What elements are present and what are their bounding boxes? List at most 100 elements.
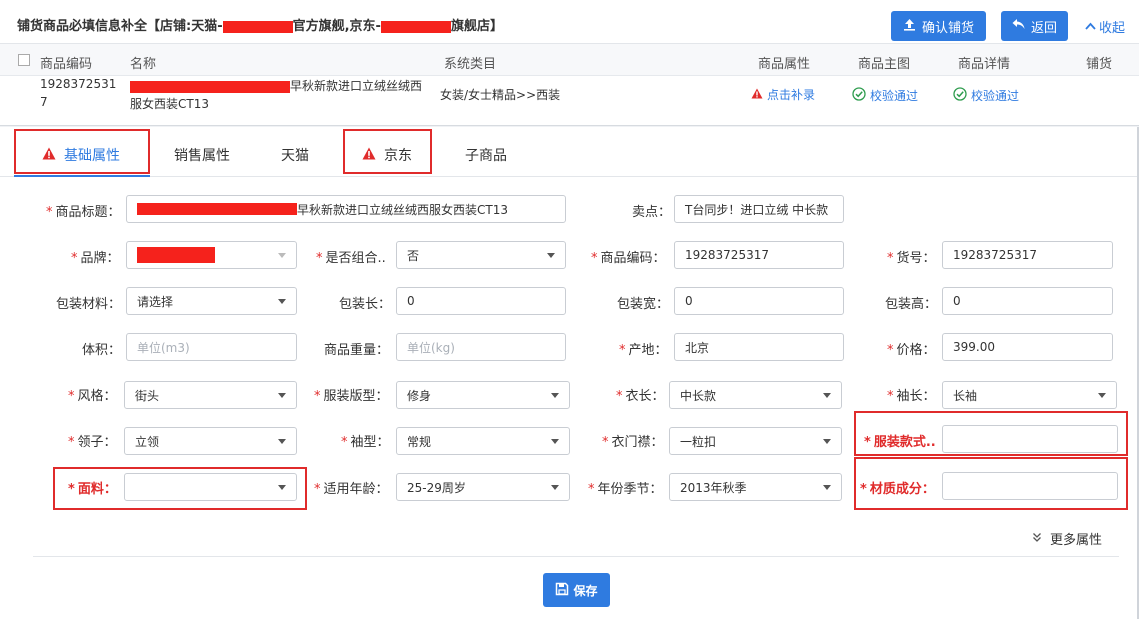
sleeve-length-select[interactable]: 长袖 (942, 381, 1117, 409)
chevron-down-icon (551, 393, 559, 398)
page-header: 铺货商品必填信息补全【店铺:天猫- 官方旗舰,京东- 旗舰店】 确认铺货 返回 收起 (0, 0, 1139, 44)
fill-attrs-link[interactable]: 点击补录 (751, 86, 815, 103)
sleeve-type-select[interactable]: 常规 (396, 427, 570, 455)
volume-input[interactable]: 单位(m3) (126, 333, 297, 361)
pack-width-label: 包装宽： (617, 297, 670, 312)
active-tab-indicator (14, 175, 150, 177)
sleeve-type-label: * 袖型： (341, 435, 390, 450)
redacted-block (222, 20, 293, 33)
col-main-image: 商品主图 (858, 57, 911, 72)
chevron-down-icon (278, 253, 286, 258)
redacted-block (137, 203, 297, 215)
col-code: 商品编码 (40, 57, 93, 72)
season-label: * 年份季节： (588, 482, 663, 497)
tab-tmall[interactable]: 天猫 (281, 145, 309, 165)
weight-label: 商品重量： (324, 343, 390, 358)
chevron-down-icon (823, 439, 831, 444)
main-image-status[interactable]: 校验通过 (852, 87, 918, 104)
col-distribute: 铺货 (1086, 57, 1113, 72)
detail-status[interactable]: 校验通过 (953, 87, 1019, 104)
save-button[interactable]: 保存 (543, 573, 610, 607)
row-name-line2: 服女西装CT13 (130, 97, 209, 111)
chevron-down-icon (1098, 393, 1106, 398)
chevron-down-icon (823, 485, 831, 490)
age-select[interactable]: 25-29周岁 (396, 473, 570, 501)
volume-label: 体积： (82, 343, 122, 358)
origin-input[interactable]: 北京 (674, 333, 844, 361)
double-chevron-down-icon (1032, 531, 1042, 546)
product-table: 商品编码 名称 系统类目 商品属性 商品主图 商品详情 铺货 192837253… (0, 44, 1139, 126)
page-title: 铺货商品必填信息补全【店铺:天猫- 官方旗舰,京东- 旗舰店】 (17, 19, 503, 34)
placket-label: * 衣门襟： (602, 435, 664, 450)
product-code-input[interactable]: 19283725317 (674, 241, 844, 269)
price-input[interactable]: 399.00 (942, 333, 1113, 361)
chevron-down-icon (278, 393, 286, 398)
length-select[interactable]: 中长款 (669, 381, 842, 409)
col-category: 系统类目 (444, 57, 497, 72)
age-label: * 适用年龄： (314, 482, 389, 497)
collar-select[interactable]: 立领 (124, 427, 297, 455)
price-label: * 价格： (887, 343, 936, 358)
pack-material-select[interactable]: 请选择 (126, 287, 297, 315)
attributes-panel: 基础属性 销售属性 天猫 京东 子商品 * 商品标题： 早秋新款进口立绒丝绒西服女… (0, 127, 1139, 619)
row-category: 女装/女士精品>>西装 (440, 88, 561, 102)
chevron-down-icon (551, 439, 559, 444)
sku-label: * 货号： (887, 251, 936, 266)
pack-width-input[interactable]: 0 (674, 287, 844, 315)
select-all-checkbox[interactable] (18, 54, 30, 66)
combo-label: * 是否组合.. (316, 251, 386, 266)
chevron-down-icon (278, 439, 286, 444)
weight-input[interactable]: 单位(kg) (396, 333, 566, 361)
row-code-line1: 1928372531 (40, 77, 117, 91)
chevron-up-icon (1085, 19, 1096, 34)
chevron-down-icon (278, 299, 286, 304)
collar-label: * 领子： (68, 435, 117, 450)
check-circle-icon (852, 87, 866, 104)
pack-length-label: 包装长： (339, 297, 392, 312)
tab-sales-attrs[interactable]: 销售属性 (174, 145, 230, 165)
placket-select[interactable]: 一粒扣 (669, 427, 842, 455)
highlight-box (343, 129, 432, 174)
pack-material-label: 包装材料： (56, 297, 122, 312)
brand-select[interactable] (126, 241, 297, 269)
reply-icon (1012, 18, 1025, 34)
more-attrs-toggle[interactable]: 更多属性 (1032, 529, 1102, 548)
back-button[interactable]: 返回 (1001, 11, 1068, 41)
confirm-distribute-button[interactable]: 确认铺货 (891, 11, 986, 41)
origin-label: * 产地： (619, 343, 668, 358)
row-code-line2: 7 (40, 95, 48, 109)
fit-select[interactable]: 修身 (396, 381, 570, 409)
selling-point-input[interactable]: T台同步！进口立绒 中长款 (674, 195, 844, 223)
col-attrs: 商品属性 (758, 57, 811, 72)
redacted-block (137, 247, 215, 263)
divider (33, 556, 1119, 557)
chevron-down-icon (547, 253, 555, 258)
chevron-down-icon (551, 485, 559, 490)
collapse-link[interactable]: 收起 (1085, 17, 1125, 36)
season-select[interactable]: 2013年秋季 (669, 473, 842, 501)
check-circle-icon (953, 87, 967, 104)
title-label: * 商品标题： (46, 205, 121, 220)
redacted-block (380, 20, 451, 33)
pack-height-input[interactable]: 0 (942, 287, 1113, 315)
col-name: 名称 (130, 57, 157, 72)
combo-select[interactable]: 否 (396, 241, 566, 269)
tab-bar: 基础属性 销售属性 天猫 京东 子商品 (0, 127, 1139, 177)
brand-label: * 品牌： (71, 251, 120, 266)
pack-height-label: 包装高： (885, 297, 938, 312)
highlight-box (854, 411, 1128, 456)
product-title-input[interactable]: 早秋新款进口立绒丝绒西服女西装CT13 (126, 195, 566, 223)
sleeve-length-label: * 袖长： (887, 389, 936, 404)
fit-label: * 服装版型： (314, 389, 389, 404)
style-select[interactable]: 街头 (124, 381, 297, 409)
pack-length-input[interactable]: 0 (396, 287, 566, 315)
tab-sub-products[interactable]: 子商品 (465, 145, 507, 165)
highlight-box (854, 457, 1128, 510)
code-label: * 商品编码： (591, 251, 666, 266)
warning-icon (751, 88, 763, 102)
selling-point-label: 卖点： (632, 205, 672, 220)
row-name-line1: 早秋新款进口立绒丝绒西 (130, 77, 422, 94)
style-label: * 风格： (68, 389, 117, 404)
sku-input[interactable]: 19283725317 (942, 241, 1113, 269)
col-detail: 商品详情 (958, 57, 1011, 72)
